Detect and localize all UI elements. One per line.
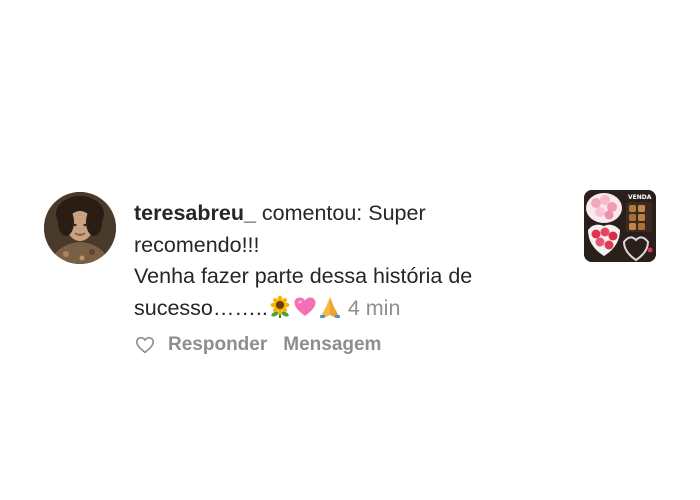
emoji-group	[268, 295, 342, 319]
avatar-photo-icon	[44, 192, 116, 264]
comment-username[interactable]: teresabreu_	[134, 201, 256, 225]
comment-line-3: Venha fazer parte dessa história de	[134, 264, 473, 288]
comment-text: teresabreu_ comentou: Super recomendo!!!…	[134, 198, 554, 324]
sunflower-icon	[270, 295, 290, 318]
comment-notification[interactable]: teresabreu_ comentou: Super recomendo!!!…	[0, 0, 700, 500]
post-thumbnail[interactable]: VENDA	[584, 190, 656, 262]
comment-line-1: teresabreu_ comentou: Super	[134, 198, 554, 230]
comment-line-4: sucesso…….. 4 min	[134, 293, 554, 325]
post-thumbnail-label: VENDA	[628, 194, 652, 201]
comment-line-4-text: sucesso……..	[134, 295, 268, 320]
comment-line-2: recomendo!!!	[134, 232, 260, 257]
avatar[interactable]	[44, 192, 116, 264]
pink-heart-icon	[294, 297, 316, 316]
comment-actions: Responder Mensagem	[134, 334, 397, 356]
comment-intro-text: comentou: Super	[255, 201, 426, 225]
heart-outline-icon	[135, 336, 155, 354]
like-button[interactable]	[134, 334, 156, 356]
folded-hands-icon	[319, 296, 340, 318]
message-button[interactable]: Mensagem	[283, 334, 381, 356]
reply-button[interactable]: Responder	[168, 334, 267, 356]
comment-timestamp: 4 min	[347, 295, 401, 320]
